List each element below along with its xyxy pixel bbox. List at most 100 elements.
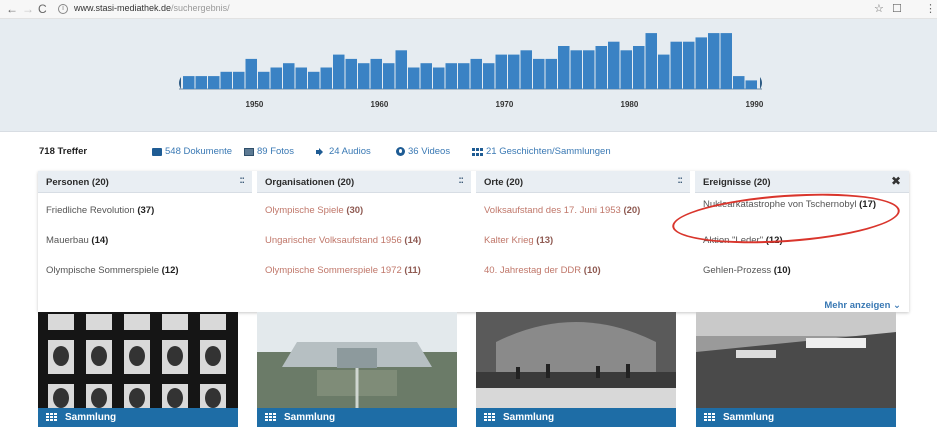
facet-item[interactable]: Friedliche Revolution (37) bbox=[46, 205, 246, 217]
timeline-bar[interactable] bbox=[533, 58, 545, 89]
timeline-bar[interactable] bbox=[558, 46, 570, 89]
facet-item[interactable]: Olympische Spiele (30) bbox=[265, 205, 465, 217]
browser-toolbar: ← → C i www.stasi-mediathek.de/suchergeb… bbox=[0, 0, 937, 19]
facet-item-label: Friedliche Revolution bbox=[46, 205, 138, 216]
timeline-bar[interactable] bbox=[720, 33, 733, 89]
facet-item[interactable]: Gehlen-Prozess (10) bbox=[703, 265, 903, 277]
timeline-bar[interactable] bbox=[470, 58, 483, 89]
star-icon[interactable]: ☆ bbox=[874, 3, 884, 15]
photo-icon bbox=[244, 147, 254, 156]
extension-icon[interactable]: ☐ bbox=[892, 3, 902, 15]
facet-item[interactable]: Olympische Sommerspiele 1972 (11) bbox=[265, 265, 465, 277]
timeline-bar[interactable] bbox=[370, 58, 383, 89]
info-icon[interactable]: i bbox=[58, 4, 68, 14]
menu-icon[interactable]: ⋮ bbox=[925, 3, 936, 15]
timeline-bar[interactable] bbox=[320, 67, 333, 90]
timeline-bar[interactable] bbox=[408, 67, 420, 90]
facet-header[interactable]: Organisationen (20) :: bbox=[257, 171, 471, 193]
documents-link[interactable]: 548 Dokumente bbox=[152, 146, 232, 157]
timeline-bar[interactable] bbox=[620, 50, 633, 89]
timeline-bar[interactable] bbox=[295, 67, 308, 90]
result-card[interactable]: Sammlung bbox=[38, 312, 238, 427]
card-footer[interactable]: Sammlung bbox=[476, 408, 676, 427]
timeline-bar[interactable] bbox=[595, 46, 608, 89]
timeline-bar[interactable] bbox=[283, 63, 295, 89]
timeline-bar[interactable] bbox=[483, 63, 495, 89]
timeline-bar[interactable] bbox=[183, 76, 195, 89]
facet-item[interactable]: Ungarischer Volksaufstand 1956 (14) bbox=[265, 235, 465, 247]
facet-item-count: (20) bbox=[623, 205, 641, 216]
stories-link[interactable]: 21 Geschichten/Sammlungen bbox=[472, 146, 611, 157]
drag-handle-icon[interactable]: :: bbox=[677, 176, 683, 186]
timeline-bar[interactable] bbox=[645, 33, 658, 89]
card-footer[interactable]: Sammlung bbox=[257, 408, 457, 427]
facet-item-count: (11) bbox=[404, 265, 421, 276]
result-card[interactable]: Sammlung bbox=[476, 312, 676, 427]
timeline-bar[interactable] bbox=[733, 76, 745, 89]
card-footer[interactable]: Sammlung bbox=[696, 408, 896, 427]
timeline-bar[interactable] bbox=[233, 71, 245, 89]
photos-link[interactable]: 89 Fotos bbox=[244, 146, 294, 157]
timeline-bar[interactable] bbox=[245, 58, 258, 89]
show-more-link[interactable]: Mehr anzeigen ⌄ bbox=[824, 300, 901, 311]
facet-item-count: (10) bbox=[773, 265, 791, 276]
drag-handle-icon[interactable]: :: bbox=[239, 176, 245, 186]
timeline-bar[interactable] bbox=[545, 58, 558, 89]
card-footer[interactable]: Sammlung bbox=[38, 408, 238, 427]
timeline-bar[interactable] bbox=[395, 50, 408, 89]
timeline-chart[interactable]: 1950 1960 1970 1980 1990 bbox=[0, 19, 937, 132]
timeline-bar[interactable] bbox=[745, 80, 758, 89]
timeline-bar[interactable] bbox=[570, 50, 583, 89]
video-icon bbox=[396, 147, 405, 156]
facet-item[interactable]: Olympische Sommerspiele (12) bbox=[46, 265, 246, 277]
timeline-bar[interactable] bbox=[433, 67, 445, 90]
timeline-bar[interactable] bbox=[608, 41, 620, 89]
range-handle-right[interactable] bbox=[760, 77, 762, 89]
facet-item[interactable]: Volksaufstand des 17. Juni 1953 (20) bbox=[484, 205, 684, 217]
timeline-bar[interactable] bbox=[358, 63, 370, 89]
timeline-bar[interactable] bbox=[308, 71, 320, 89]
document-icon bbox=[152, 147, 162, 156]
facet-header[interactable]: Personen (20) :: bbox=[38, 171, 252, 193]
timeline-bar[interactable] bbox=[683, 41, 695, 89]
timeline-bar[interactable] bbox=[195, 76, 208, 89]
audios-link[interactable]: 24 Audios bbox=[316, 146, 371, 157]
timeline-bar[interactable] bbox=[383, 63, 395, 89]
videos-link[interactable]: 36 Videos bbox=[396, 146, 450, 157]
timeline-bar[interactable] bbox=[333, 54, 345, 89]
timeline-bar[interactable] bbox=[495, 54, 508, 89]
timeline-bar[interactable] bbox=[208, 76, 220, 89]
timeline-bar[interactable] bbox=[658, 54, 670, 89]
timeline-bar[interactable] bbox=[670, 41, 683, 89]
timeline-bar[interactable] bbox=[633, 46, 645, 89]
result-card[interactable]: Sammlung bbox=[257, 312, 457, 427]
reload-icon[interactable]: C bbox=[38, 2, 47, 16]
timeline-bar[interactable] bbox=[695, 37, 708, 89]
timeline-bar[interactable] bbox=[445, 63, 458, 89]
timeline-bar[interactable] bbox=[458, 63, 470, 89]
timeline-bar[interactable] bbox=[258, 71, 270, 89]
address-bar[interactable]: www.stasi-mediathek.de/suchergebnis/ bbox=[74, 3, 230, 13]
timeline-bar[interactable] bbox=[420, 63, 433, 89]
timeline-histogram[interactable]: 1950 1960 1970 1980 1990 bbox=[0, 19, 937, 132]
facet-item[interactable]: Kalter Krieg (13) bbox=[484, 235, 684, 247]
facet-header[interactable]: Ereignisse (20) ✖ bbox=[695, 171, 909, 193]
close-icon[interactable]: ✖ bbox=[891, 175, 901, 187]
result-counts: 718 Treffer 548 Dokumente 89 Fotos 24 Au… bbox=[0, 140, 937, 164]
facet-item[interactable]: 40. Jahrestag der DDR (10) bbox=[484, 265, 684, 277]
drag-handle-icon[interactable]: :: bbox=[458, 176, 464, 186]
facet-item[interactable]: Mauerbau (14) bbox=[46, 235, 246, 247]
forward-icon[interactable]: → bbox=[22, 2, 34, 16]
range-handle-left[interactable] bbox=[179, 77, 181, 89]
timeline-bar[interactable] bbox=[220, 71, 233, 89]
timeline-bar[interactable] bbox=[520, 50, 533, 89]
timeline-bar[interactable] bbox=[508, 54, 520, 89]
facet-item-count: (30) bbox=[346, 205, 364, 216]
facet-header[interactable]: Orte (20) :: bbox=[476, 171, 690, 193]
timeline-bar[interactable] bbox=[345, 58, 358, 89]
timeline-bar[interactable] bbox=[583, 50, 595, 89]
back-icon[interactable]: ← bbox=[6, 2, 18, 16]
timeline-bar[interactable] bbox=[270, 67, 283, 90]
timeline-bar[interactable] bbox=[708, 33, 720, 89]
result-card[interactable]: Sammlung bbox=[696, 312, 896, 427]
